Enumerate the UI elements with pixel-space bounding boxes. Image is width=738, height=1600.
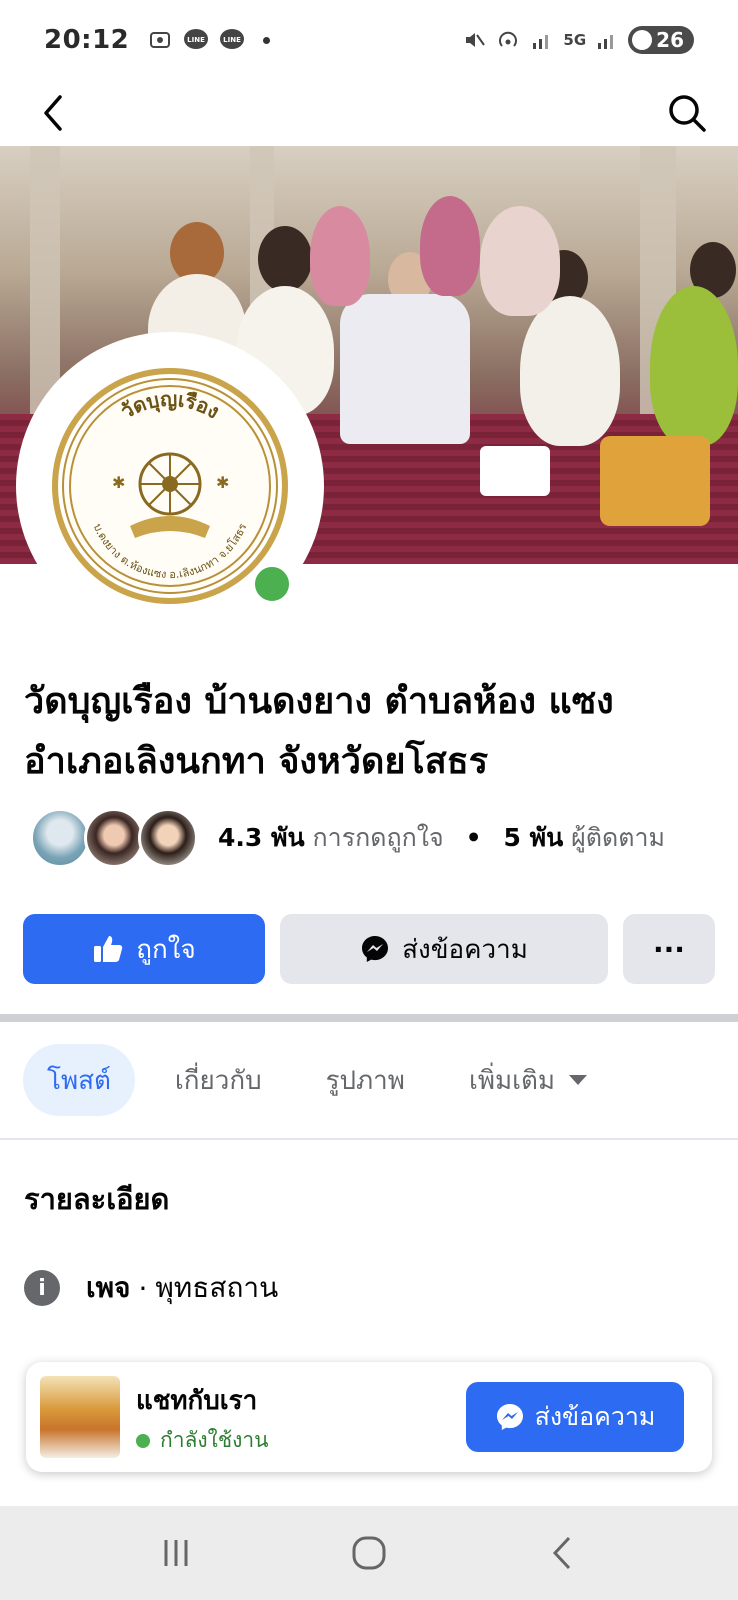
category-prefix: เพจ bbox=[86, 1271, 131, 1304]
back-arrow-icon bbox=[552, 1536, 570, 1570]
svg-text:LINE: LINE bbox=[187, 36, 205, 44]
chevron-left-icon bbox=[44, 95, 62, 131]
chat-status: กำลังใช้งาน bbox=[136, 1424, 269, 1457]
section-divider bbox=[0, 1014, 738, 1022]
thumbs-up-icon bbox=[94, 936, 123, 962]
avatar bbox=[84, 808, 144, 868]
cover-person bbox=[340, 294, 470, 444]
chat-button-label: ส่งข้อความ bbox=[534, 1402, 656, 1431]
more-options-button[interactable]: ··· bbox=[623, 914, 715, 984]
tab-label: เพิ่มเติม bbox=[468, 1065, 556, 1096]
info-icon: i bbox=[24, 1270, 60, 1306]
cover-person bbox=[258, 226, 312, 292]
tabs-divider bbox=[0, 1138, 738, 1140]
category-row: i เพจ · พุทธสถาน bbox=[24, 1266, 278, 1310]
details-heading: รายละเอียด bbox=[24, 1182, 170, 1216]
signal-icon bbox=[529, 27, 555, 53]
cover-person bbox=[310, 206, 370, 306]
avatar bbox=[138, 808, 198, 868]
home-icon bbox=[352, 1536, 386, 1570]
signal-icon bbox=[594, 27, 620, 53]
cover-person bbox=[650, 286, 738, 446]
page-title: วัดบุญเรือง บ้านดงยาง ตำบลห้อง แซง อำเภอ… bbox=[24, 681, 614, 782]
tab-more[interactable]: เพิ่มเติม bbox=[445, 1044, 611, 1116]
network-type: 5G bbox=[563, 31, 587, 49]
svg-text:✱: ✱ bbox=[112, 473, 125, 492]
line-icon: LINE bbox=[183, 27, 209, 53]
avatar bbox=[30, 808, 90, 868]
seal-emblem-icon: วัดบุญเรือง บ.ดงยาง ต.ห้องแซง อ.เลิงนกทา… bbox=[69, 385, 271, 587]
online-status-dot bbox=[250, 562, 294, 606]
tab-label: รูปภาพ bbox=[325, 1065, 405, 1096]
chat-card[interactable]: แชทกับเรา กำลังใช้งาน ส่งข้อความ bbox=[26, 1362, 712, 1472]
message-button[interactable]: ส่งข้อความ bbox=[280, 914, 608, 984]
separator-dot: • bbox=[465, 823, 482, 852]
system-nav-bar bbox=[0, 1506, 738, 1600]
status-time: 20:12 bbox=[44, 25, 130, 55]
like-button[interactable]: ถูกใจ bbox=[23, 914, 265, 984]
search-button[interactable] bbox=[662, 88, 712, 138]
more-notifications-dot bbox=[263, 36, 271, 44]
cover-offering bbox=[600, 436, 710, 526]
tab-label: เกี่ยวกับ bbox=[174, 1065, 262, 1096]
online-status-dot bbox=[136, 1433, 150, 1448]
likes-label: การกดถูกใจ bbox=[312, 823, 444, 852]
tab-about[interactable]: เกี่ยวกับ bbox=[151, 1044, 286, 1116]
battery-indicator: 26 bbox=[628, 26, 694, 54]
notification-icons: LINE LINE bbox=[147, 27, 271, 53]
followers-count: 5 พัน bbox=[503, 823, 564, 852]
likes-count: 4.3 พัน bbox=[218, 823, 305, 852]
battery-level: 26 bbox=[656, 28, 684, 52]
temple-seal-logo: วัดบุญเรือง บ.ดงยาง ต.ห้องแซง อ.เลิงนกทา… bbox=[52, 368, 288, 604]
home-button[interactable] bbox=[339, 1523, 399, 1583]
friend-avatars bbox=[30, 808, 198, 868]
caret-down-icon bbox=[569, 1075, 588, 1085]
status-bar: 20:12 LINE LINE 5G 26 bbox=[0, 0, 738, 80]
back-button[interactable] bbox=[28, 88, 78, 138]
top-nav bbox=[0, 80, 738, 146]
chat-message-button[interactable]: ส่งข้อความ bbox=[466, 1382, 684, 1452]
system-icons: 5G 26 bbox=[461, 26, 694, 54]
cover-person bbox=[480, 206, 560, 316]
chat-thumbnail bbox=[40, 1376, 120, 1458]
tab-posts[interactable]: โพสต์ bbox=[23, 1044, 135, 1116]
hotspot-icon bbox=[495, 27, 521, 53]
messenger-icon bbox=[496, 1404, 523, 1430]
svg-text:✱: ✱ bbox=[216, 473, 229, 492]
search-icon bbox=[669, 95, 706, 132]
followers-label: ผู้ติดตาม bbox=[571, 823, 666, 852]
category-separator: · bbox=[138, 1271, 148, 1305]
tab-photos[interactable]: รูปภาพ bbox=[302, 1044, 429, 1116]
tab-label: โพสต์ bbox=[47, 1065, 111, 1096]
like-button-label: ถูกใจ bbox=[136, 934, 196, 965]
page-tabs: โพสต์ เกี่ยวกับ รูปภาพ เพิ่มเติม bbox=[23, 1044, 627, 1116]
category-value: พุทธสถาน bbox=[155, 1271, 279, 1304]
svg-text:LINE: LINE bbox=[223, 36, 241, 44]
message-button-label: ส่งข้อความ bbox=[402, 934, 528, 965]
recent-apps-button[interactable] bbox=[146, 1523, 206, 1583]
cover-person bbox=[520, 296, 620, 446]
messenger-icon bbox=[362, 936, 389, 962]
cover-person bbox=[420, 196, 480, 296]
chat-title: แชทกับเรา bbox=[136, 1386, 258, 1416]
likes-followers-row[interactable]: 4.3 พัน การกดถูกใจ • 5 พัน ผู้ติดตาม bbox=[30, 806, 665, 870]
line-icon: LINE bbox=[219, 27, 245, 53]
system-back-button[interactable] bbox=[532, 1523, 592, 1583]
chat-status-label: กำลังใช้งาน bbox=[160, 1428, 269, 1452]
battery-icon bbox=[632, 30, 653, 50]
cover-offering bbox=[480, 446, 550, 496]
screenshot-icon bbox=[147, 27, 173, 53]
more-icon: ··· bbox=[653, 932, 685, 966]
recent-apps-icon bbox=[164, 1540, 188, 1566]
mute-icon bbox=[461, 27, 487, 53]
likes-followers-text: 4.3 พัน การกดถูกใจ • 5 พัน ผู้ติดตาม bbox=[218, 818, 665, 858]
